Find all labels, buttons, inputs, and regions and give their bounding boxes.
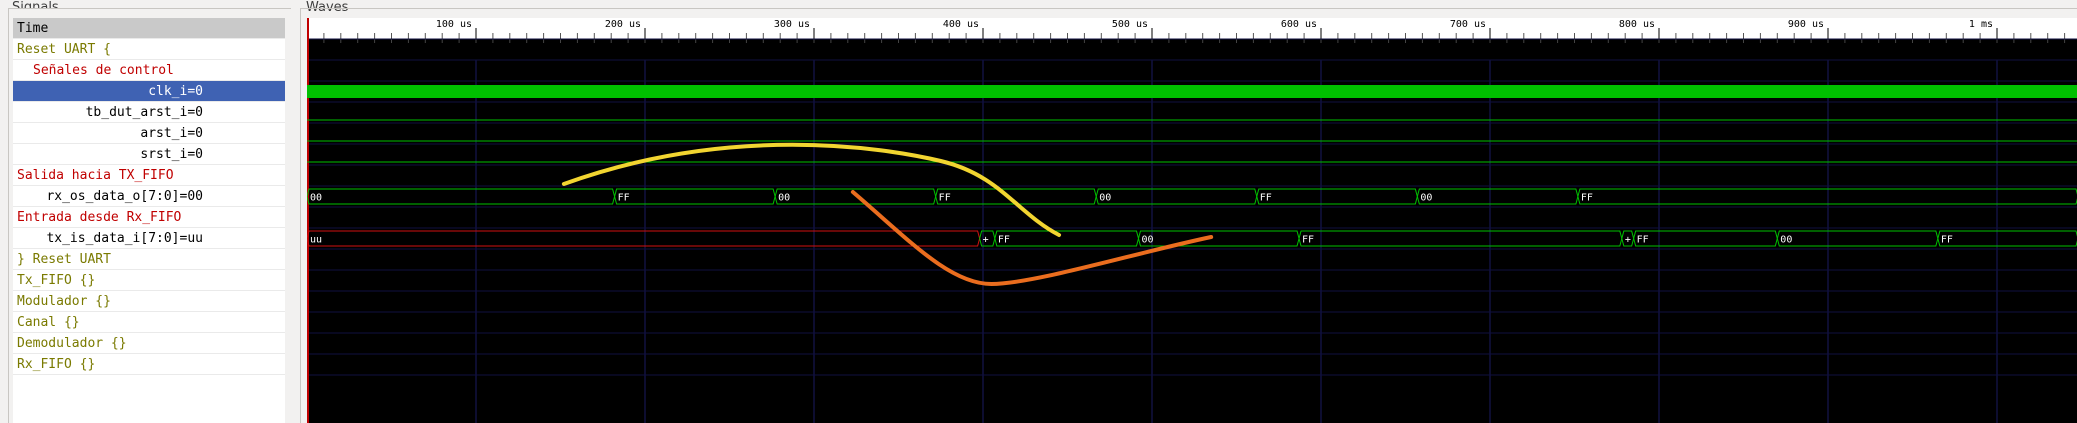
bus-value-label: FF	[1637, 235, 1649, 246]
signal-row[interactable]: arst_i=0	[13, 123, 285, 144]
ruler-tick-label: 400 us	[943, 19, 979, 30]
bus-value-label: FF	[618, 193, 630, 204]
bus-value-label: 00	[1780, 235, 1792, 246]
signal-row[interactable]: tx_is_data_i[7:0]=uu	[13, 228, 285, 249]
bus-value-label: 00	[1141, 235, 1153, 246]
ruler-tick-label: 600 us	[1281, 19, 1317, 30]
ruler-tick-label: 700 us	[1450, 19, 1486, 30]
ruler-tick-label: 900 us	[1788, 19, 1824, 30]
signal-row[interactable]: srst_i=0	[13, 144, 285, 165]
group-row[interactable]: } Reset UART	[13, 249, 285, 270]
signal-row[interactable]: clk_i=0	[13, 81, 285, 102]
ruler-tick-label: 200 us	[605, 19, 641, 30]
waves-background	[307, 18, 2077, 423]
signal-row[interactable]: rx_os_data_o[7:0]=00	[13, 186, 285, 207]
bus-value-label: +	[1625, 235, 1631, 246]
group-row[interactable]: Señales de control	[13, 60, 285, 81]
bus-value-label: 00	[1099, 193, 1111, 204]
bus-value-label: FF	[1941, 235, 1953, 246]
bus-value-label: 00	[310, 193, 322, 204]
time-row[interactable]: Time	[13, 18, 285, 39]
group-row[interactable]: Entrada desde Rx_FIFO	[13, 207, 285, 228]
ruler-tick-label: 1 ms	[1969, 19, 1993, 30]
ruler-tick-label: 300 us	[774, 19, 810, 30]
bus-value-label: FF	[998, 235, 1010, 246]
group-row[interactable]: Modulador {}	[13, 291, 285, 312]
bus-value-label: +	[983, 235, 989, 246]
signal-row[interactable]: tb_dut_arst_i=0	[13, 102, 285, 123]
bus-value-label: FF	[1302, 235, 1314, 246]
waves-panel: 0100 us200 us300 us400 us500 us600 us700…	[300, 8, 2077, 423]
waveform-canvas[interactable]: 0100 us200 us300 us400 us500 us600 us700…	[307, 18, 2077, 423]
bus-value-label: uu	[310, 235, 322, 246]
pane-splitter[interactable]	[291, 0, 300, 422]
bus-value-label: 00	[1420, 193, 1432, 204]
bus-value-label: FF	[1260, 193, 1272, 204]
clk-wave	[307, 85, 2077, 98]
group-row[interactable]: Salida hacia TX_FIFO	[13, 165, 285, 186]
signals-panel: Time Reset UART {Señales de control clk_i=…	[8, 8, 292, 423]
group-row[interactable]: Canal {}	[13, 312, 285, 333]
group-row[interactable]: Reset UART {	[13, 39, 285, 60]
ruler-tick-label: 800 us	[1619, 19, 1655, 30]
bus-value-label: 00	[778, 193, 790, 204]
group-row[interactable]: Tx_FIFO {}	[13, 270, 285, 291]
bus-value-label: FF	[1581, 193, 1593, 204]
group-row[interactable]: Demodulador {}	[13, 333, 285, 354]
signals-list[interactable]: Time Reset UART {Señales de control clk_i=…	[13, 18, 285, 423]
ruler-tick-label: 500 us	[1112, 19, 1148, 30]
group-row[interactable]: Rx_FIFO {}	[13, 354, 285, 375]
bus-value-label: FF	[939, 193, 951, 204]
ruler-tick-label: 100 us	[436, 19, 472, 30]
